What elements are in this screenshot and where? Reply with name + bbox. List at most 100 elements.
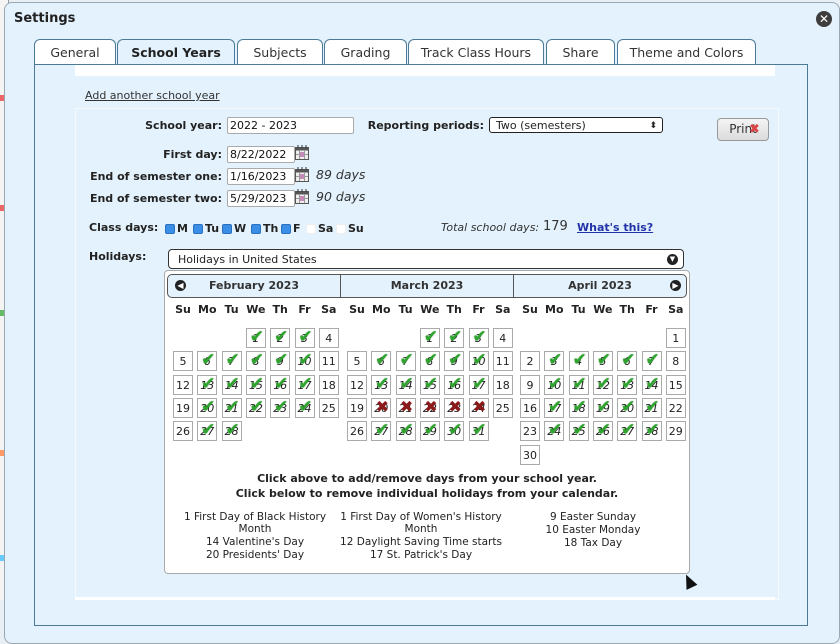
calendar-day[interactable]: 22 ✔ (245, 397, 266, 418)
tab-theme-and-colors[interactable]: Theme and Colors (617, 39, 756, 64)
holiday-item[interactable]: 14 Valentine's Day (169, 536, 341, 548)
calendar-day[interactable]: 1 (665, 328, 686, 348)
calendar-day[interactable]: 24 ✖ (468, 397, 489, 418)
calendar-day[interactable]: 11 (318, 351, 339, 372)
holiday-item[interactable]: 1 First Day of Black History Month (169, 511, 341, 535)
calendar-day[interactable]: 8 (665, 351, 686, 372)
calendar-day[interactable]: 4 ✔ (568, 350, 589, 372)
calendar-day[interactable]: 27 ✔ (617, 420, 638, 442)
calendar-day[interactable]: 24 ✔ (544, 420, 565, 442)
calendar-day[interactable]: 5 (347, 351, 367, 372)
end-semester-two-input[interactable]: 5/29/2023 (227, 190, 295, 207)
calendar-day[interactable]: 25 (492, 397, 513, 418)
calendar-day[interactable]: 10 ✔ (468, 350, 489, 372)
class-day-m[interactable]: M (165, 222, 188, 235)
school-year-input[interactable]: 2022 - 2023 (227, 117, 354, 134)
calendar-day[interactable]: 3 ✔ (294, 327, 315, 348)
tab-share[interactable]: Share (546, 39, 615, 64)
class-day-sa[interactable]: Sa (306, 222, 333, 235)
checkbox[interactable] (165, 223, 175, 234)
calendar-day[interactable]: 19 (173, 397, 193, 418)
calendar-day[interactable]: 6 ✔ (197, 350, 218, 372)
whats-this-link[interactable]: What's this? (577, 221, 653, 234)
checkbox[interactable] (193, 223, 203, 234)
checkbox[interactable] (281, 223, 291, 234)
calendar-day[interactable]: 9 ✔ (270, 350, 291, 372)
calendar-day[interactable]: 2 ✔ (270, 327, 291, 348)
calendar-day[interactable]: 2 (520, 351, 540, 372)
calendar-day[interactable]: 28 ✔ (395, 420, 416, 442)
calendar-day[interactable]: 23 ✔ (270, 397, 291, 418)
calendar-day[interactable]: 15 (665, 374, 686, 395)
calendar-day[interactable]: 7 ✔ (221, 350, 242, 372)
class-day-tu[interactable]: Tu (193, 222, 219, 235)
calendar-day[interactable]: 19 ✔ (592, 397, 613, 418)
tab-track-class-hours[interactable]: Track Class Hours (408, 39, 544, 64)
calendar-day[interactable]: 30 ✔ (444, 420, 465, 442)
calendar-day[interactable]: 12 (173, 374, 193, 395)
calendar-day[interactable]: 4 (318, 328, 339, 348)
calendar-day[interactable]: 27 ✔ (371, 420, 392, 442)
calendar-day[interactable]: 26 (347, 421, 367, 442)
holiday-item[interactable]: 18 Tax Day (507, 537, 679, 549)
calendar-day[interactable]: 5 (173, 351, 193, 372)
calendar-day[interactable]: 3 ✔ (468, 327, 489, 348)
calendar-day[interactable]: 7 ✔ (395, 350, 416, 372)
calendar-day[interactable]: 17 ✔ (544, 397, 565, 418)
calendar-day[interactable]: 29 (665, 421, 686, 442)
calendar-day[interactable]: 28 ✔ (221, 420, 242, 442)
calendar-day[interactable]: 7 ✔ (641, 350, 662, 372)
calendar-day[interactable]: 10 ✔ (294, 350, 315, 372)
holiday-item[interactable]: 12 Daylight Saving Time starts (335, 536, 507, 548)
calendar-day[interactable]: 22 ✖ (419, 397, 440, 418)
calendar-day[interactable]: 19 (347, 397, 367, 418)
calendar-day[interactable]: 23 ✖ (444, 397, 465, 418)
calendar-day[interactable]: 25 (318, 397, 339, 418)
calendar-day[interactable]: 9 (520, 374, 540, 395)
calendar-day[interactable]: 18 (492, 374, 513, 395)
calendar-day[interactable]: 9 ✔ (444, 350, 465, 372)
reporting-periods-select[interactable]: Two (semesters) ⬍ (489, 117, 663, 133)
calendar-icon[interactable] (295, 189, 309, 204)
holiday-item[interactable]: 20 Presidents' Day (169, 549, 341, 561)
calendar-day[interactable]: 25 ✔ (568, 420, 589, 442)
calendar-day[interactable]: 28 ✔ (641, 420, 662, 442)
calendar-day[interactable]: 29 ✔ (419, 420, 440, 442)
holiday-item[interactable]: 10 Easter Monday (507, 524, 679, 536)
calendar-day[interactable]: 14 ✔ (641, 374, 662, 395)
calendar-day[interactable]: 21 ✖ (395, 397, 416, 418)
calendar-day[interactable]: 17 ✔ (468, 374, 489, 395)
calendar-day[interactable]: 20 ✖ (371, 397, 392, 418)
calendar-day[interactable]: 21 ✔ (221, 397, 242, 418)
calendar-day[interactable]: 14 ✔ (395, 374, 416, 395)
calendar-day[interactable]: 14 ✔ (221, 374, 242, 395)
calendar-day[interactable]: 27 ✔ (197, 420, 218, 442)
tab-general[interactable]: General (34, 39, 116, 64)
calendar-day[interactable]: 15 ✔ (245, 374, 266, 395)
calendar-day[interactable]: 13 ✔ (371, 374, 392, 395)
class-day-th[interactable]: Th (251, 222, 278, 235)
tab-subjects[interactable]: Subjects (237, 39, 323, 64)
calendar-day[interactable]: 12 ✔ (592, 374, 613, 395)
calendar-day[interactable]: 4 (492, 328, 513, 348)
holiday-item[interactable]: 9 Easter Sunday (507, 511, 679, 523)
calendar-day[interactable]: 22 (665, 397, 686, 418)
calendar-day[interactable]: 20 ✔ (617, 397, 638, 418)
calendar-day[interactable]: 20 ✔ (197, 397, 218, 418)
calendar-day[interactable]: 2 ✔ (444, 327, 465, 348)
calendar-day[interactable]: 11 ✔ (568, 374, 589, 395)
class-day-f[interactable]: F (281, 222, 301, 235)
checkbox[interactable] (222, 223, 232, 234)
class-day-su[interactable]: Su (336, 222, 364, 235)
calendar-day[interactable]: 17 ✔ (294, 374, 315, 395)
calendar-day[interactable]: 6 ✔ (371, 350, 392, 372)
calendar-day[interactable]: 31 ✔ (468, 420, 489, 442)
add-school-year-link[interactable]: Add another school year (85, 89, 220, 102)
calendar-day[interactable]: 26 (173, 421, 193, 442)
calendar-day[interactable]: 12 (347, 374, 367, 395)
tab-grading[interactable]: Grading (324, 39, 407, 64)
calendar-day[interactable]: 26 ✔ (592, 420, 613, 442)
calendar-day[interactable]: 13 ✔ (617, 374, 638, 395)
calendar-day[interactable]: 1 ✔ (245, 327, 266, 348)
calendar-day[interactable]: 16 ✔ (270, 374, 291, 395)
